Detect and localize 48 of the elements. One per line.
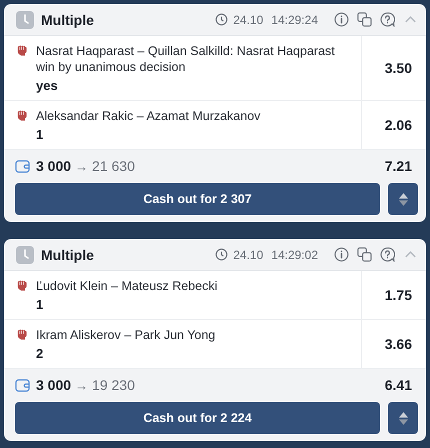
glove-icon [16,45,29,58]
copy-icon[interactable] [357,12,372,27]
glove-icon [16,280,29,293]
odds: 3.50 [384,60,412,76]
help-icon[interactable] [380,247,395,262]
info-icon[interactable] [334,247,349,262]
outcome: 1 [36,126,44,144]
outcome: yes [36,77,59,95]
bet-time: 14:29:02 [271,248,318,262]
outcome: 2 [36,345,44,363]
bet-type: Multiple [41,12,94,28]
event-name: Ikram Aliskerov – Park Jun Yong [36,327,216,343]
bet-type: Multiple [41,246,94,262]
wallet-icon [15,158,30,174]
glove-icon [16,110,29,123]
cash-out-button[interactable]: Cash out for 2 307 [15,183,380,215]
bet-date: 24.10 [233,12,264,26]
sort-icon [398,192,408,206]
help-icon[interactable] [380,12,395,27]
cash-out-button[interactable]: Cash out for 2 224 [15,402,380,434]
total-odds: 6.41 [384,377,412,393]
sort-icon [398,410,408,426]
wallet-icon [15,378,30,392]
outcome: 1 [36,296,44,314]
copy-icon[interactable] [357,247,372,262]
stake-amount: 3 000 [36,377,72,393]
arrow-sign: → [75,378,88,392]
clock-icon [16,10,34,28]
sort-button[interactable] [388,402,418,434]
glove-icon [16,329,29,342]
arrow-sign: → [75,158,88,174]
info-icon[interactable] [334,12,349,27]
odds: 3.66 [384,336,412,352]
event-name: Aleksandar Rakic – Azamat Murzakanov [36,108,260,124]
odds: 1.75 [384,287,412,303]
clock-icon [215,13,228,26]
event-name: Ľudovit Klein – Mateusz Rebecki [36,278,218,294]
stake-amount: 3 000 [36,158,72,174]
clock-icon [215,248,228,261]
clock-icon [16,246,34,264]
bet-time: 14:29:24 [271,12,318,26]
sort-button[interactable] [388,183,418,215]
total-odds: 7.21 [384,158,412,174]
payout-amount: 21 630 [92,158,135,174]
odds: 2.06 [384,117,412,133]
event-name: Nasrat Haqparast – Quillan Salkilld: Nasrat Haqparast win by unanimous decision [36,43,336,75]
bet-date: 24.10 [233,248,264,262]
payout-amount: 19 230 [92,377,135,393]
